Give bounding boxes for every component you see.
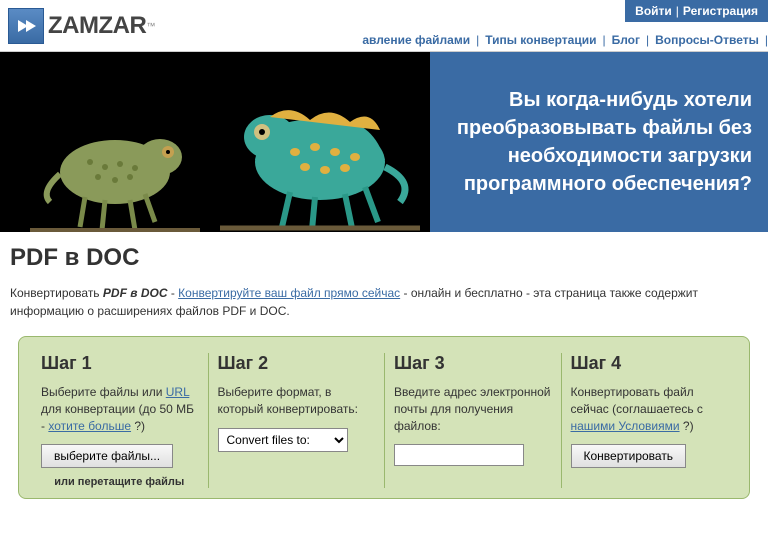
nav-convert-types[interactable]: Типы конвертации bbox=[479, 33, 602, 47]
step-title: Шаг 3 bbox=[394, 353, 551, 374]
format-select[interactable]: Convert files to: bbox=[218, 428, 348, 452]
step-desc: Конвертировать файл сейчас (соглашаетесь… bbox=[571, 384, 728, 434]
step-desc: Введите адрес электронной почты для полу… bbox=[394, 384, 551, 434]
step-title: Шаг 4 bbox=[571, 353, 728, 374]
logo[interactable]: ZAMZAR™ bbox=[8, 8, 155, 44]
description: Конвертировать PDF в DOC - Конвертируйте… bbox=[10, 284, 758, 320]
register-link[interactable]: Регистрация bbox=[683, 4, 758, 18]
hero-image bbox=[0, 52, 430, 232]
logo-tm: ™ bbox=[146, 21, 155, 31]
hero-text: Вы когда-нибудь хотели преобразовывать ф… bbox=[446, 86, 752, 198]
logo-text: ZAMZAR bbox=[48, 12, 146, 40]
hero-banner: Вы когда-нибудь хотели преобразовывать ф… bbox=[430, 52, 768, 232]
want-more-link[interactable]: хотите больше bbox=[48, 419, 131, 433]
drag-files-text: или перетащите файлы bbox=[41, 476, 198, 488]
chameleon-icon bbox=[30, 102, 200, 232]
convert-now-link[interactable]: Конвертируйте ваш файл прямо сейчас bbox=[178, 286, 400, 300]
step-4: Шаг 4 Конвертировать файл сейчас (соглаш… bbox=[561, 353, 738, 488]
step-2: Шаг 2 Выберите формат, в который конверт… bbox=[208, 353, 385, 488]
header: ZAMZAR™ Войти | Регистрация авление файл… bbox=[0, 0, 768, 52]
hero: Вы когда-нибудь хотели преобразовывать ф… bbox=[0, 52, 768, 232]
nav-file-management[interactable]: авление файлами bbox=[356, 33, 476, 47]
step-1: Шаг 1 Выберите файлы или URL для конверт… bbox=[31, 353, 208, 488]
terms-link[interactable]: нашими Условиями bbox=[571, 419, 680, 433]
main-nav: авление файлами | Типы конвертации | Бло… bbox=[356, 33, 768, 47]
step-title: Шаг 2 bbox=[218, 353, 375, 374]
login-link[interactable]: Войти bbox=[635, 4, 672, 18]
auth-bar: Войти | Регистрация bbox=[625, 0, 768, 22]
email-input[interactable] bbox=[394, 444, 524, 466]
step-title: Шаг 1 bbox=[41, 353, 198, 374]
logo-icon bbox=[8, 8, 44, 44]
separator: | bbox=[676, 4, 679, 18]
steps-panel: Шаг 1 Выберите файлы или URL для конверт… bbox=[18, 336, 750, 499]
nav-faq[interactable]: Вопросы-Ответы bbox=[649, 33, 765, 47]
step-desc: Выберите формат, в который конвертироват… bbox=[218, 384, 375, 418]
step-desc: Выберите файлы или URL для конвертации (… bbox=[41, 384, 198, 434]
choose-files-button[interactable]: выберите файлы... bbox=[41, 444, 173, 468]
page-title: PDF в DOC bbox=[10, 244, 758, 272]
content: PDF в DOC Конвертировать PDF в DOC - Кон… bbox=[0, 232, 768, 519]
url-link[interactable]: URL bbox=[166, 385, 190, 399]
convert-button[interactable]: Конвертировать bbox=[571, 444, 687, 468]
step-3: Шаг 3 Введите адрес электронной почты дл… bbox=[384, 353, 561, 488]
chameleon-icon bbox=[220, 72, 420, 232]
nav-blog[interactable]: Блог bbox=[606, 33, 646, 47]
